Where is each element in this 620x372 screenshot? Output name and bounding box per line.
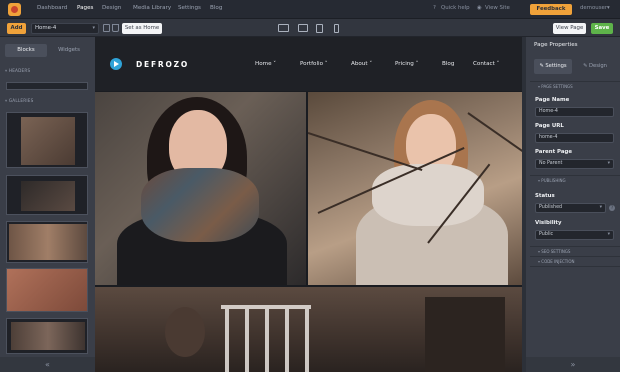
header-block-thumbnail[interactable] bbox=[6, 82, 88, 90]
site-nav-home[interactable]: Home ˅ bbox=[255, 61, 276, 67]
blocks-panel: Blocks Widgets HEADERS GALLERIES « bbox=[0, 37, 95, 372]
nav-pages[interactable]: Pages bbox=[77, 5, 93, 11]
page-select-value: Home-4 bbox=[35, 25, 57, 31]
site-nav-blog[interactable]: Blog bbox=[442, 61, 454, 67]
nav-design[interactable]: Design bbox=[102, 5, 121, 11]
chevron-down-icon[interactable]: ▾ bbox=[607, 5, 610, 11]
section-page-settings[interactable]: PAGE SETTINGS bbox=[538, 84, 572, 89]
view-page-button[interactable]: View Page bbox=[553, 23, 586, 34]
page-name-input[interactable]: Home-4 bbox=[535, 107, 614, 117]
tablet-landscape-icon[interactable] bbox=[298, 24, 308, 32]
panel-title: Page Properties bbox=[534, 42, 578, 48]
nav-settings[interactable]: Settings bbox=[178, 5, 201, 11]
site-logo-icon bbox=[110, 58, 122, 70]
gallery-block-thumbnail[interactable] bbox=[6, 112, 88, 168]
app-root: Dashboard Pages Design Media Library Set… bbox=[0, 0, 620, 372]
chevron-down-icon: ▾ bbox=[92, 25, 95, 31]
chevron-down-icon: ▾ bbox=[607, 161, 610, 166]
tab-widgets[interactable]: Widgets bbox=[48, 44, 90, 57]
site-nav-contact[interactable]: Contact ˅ bbox=[473, 61, 499, 67]
gallery-photo-woman-branches[interactable] bbox=[308, 92, 522, 285]
chevron-down-icon: ▾ bbox=[607, 232, 610, 237]
feedback-button[interactable]: Feedback bbox=[530, 4, 572, 15]
page-select[interactable]: Home-4 ▾ bbox=[31, 23, 99, 34]
tab-settings[interactable]: ✎ Settings bbox=[534, 59, 572, 74]
save-label: Save bbox=[594, 25, 610, 31]
gallery-block-thumbnail[interactable] bbox=[6, 318, 88, 354]
set-as-home-button[interactable]: Set as Home bbox=[122, 23, 162, 34]
wrench-icon: ✎ bbox=[539, 63, 544, 69]
site-nav-about[interactable]: About ˅ bbox=[351, 61, 372, 67]
gallery-block-thumbnail[interactable] bbox=[6, 221, 88, 263]
gallery-block-thumbnail[interactable] bbox=[6, 268, 88, 312]
trash-icon[interactable] bbox=[112, 24, 119, 32]
nav-media-library[interactable]: Media Library bbox=[133, 5, 171, 11]
add-label: Add bbox=[10, 25, 23, 31]
mobile-icon[interactable] bbox=[334, 24, 339, 33]
editor-toolbar: Add Home-4 ▾ Set as Home View Page Save bbox=[0, 19, 620, 37]
parent-page-label: Parent Page bbox=[535, 149, 573, 155]
status-label: Status bbox=[535, 193, 555, 199]
gallery-block-thumbnail[interactable] bbox=[6, 175, 88, 215]
eye-icon[interactable]: ◉ bbox=[477, 5, 482, 11]
nav-blog[interactable]: Blog bbox=[210, 5, 222, 11]
section-galleries[interactable]: GALLERIES bbox=[5, 98, 34, 103]
collapse-left-panel-icon[interactable]: « bbox=[0, 357, 95, 372]
desktop-icon[interactable] bbox=[278, 24, 289, 32]
section-seo-settings[interactable]: SEO SETTINGS bbox=[538, 249, 570, 254]
site-logo[interactable]: DEFROZO bbox=[136, 60, 189, 69]
feedback-label: Feedback bbox=[536, 6, 566, 12]
app-logo-icon[interactable] bbox=[8, 3, 21, 16]
page-url-label: Page URL bbox=[535, 123, 564, 129]
page-properties-panel: Page Properties ✎ Settings ✎ Design PAGE… bbox=[522, 37, 620, 372]
view-site-link[interactable]: View Site bbox=[485, 5, 510, 11]
tab-design[interactable]: ✎ Design bbox=[576, 59, 614, 74]
page-name-label: Page Name bbox=[535, 97, 570, 103]
section-publishing[interactable]: PUBLISHING bbox=[538, 178, 565, 183]
copy-icon[interactable] bbox=[103, 24, 110, 32]
status-select[interactable]: Published ▾ bbox=[535, 203, 606, 213]
brush-icon: ✎ bbox=[583, 63, 588, 69]
page-url-input[interactable]: home-4 bbox=[535, 133, 614, 143]
user-menu[interactable]: demouser bbox=[580, 5, 607, 11]
visibility-label: Visibility bbox=[535, 220, 562, 226]
page-canvas[interactable]: DEFROZO Home ˅ Portfolio ˅ About ˅ Prici… bbox=[95, 37, 522, 372]
tab-blocks[interactable]: Blocks bbox=[5, 44, 47, 57]
save-button[interactable]: Save bbox=[591, 23, 613, 34]
gallery-photo-woman-scarf[interactable] bbox=[95, 92, 306, 285]
blocks-panel-tabs: Blocks Widgets bbox=[5, 44, 90, 57]
top-navigation: Dashboard Pages Design Media Library Set… bbox=[0, 0, 620, 19]
site-nav-portfolio[interactable]: Portfolio ˅ bbox=[300, 61, 328, 67]
nav-dashboard[interactable]: Dashboard bbox=[37, 5, 67, 11]
site-nav-pricing[interactable]: Pricing ˅ bbox=[395, 61, 418, 67]
section-code-injection[interactable]: CODE INJECTION bbox=[538, 259, 574, 264]
add-button[interactable]: Add bbox=[7, 23, 26, 34]
site-header: DEFROZO Home ˅ Portfolio ˅ About ˅ Prici… bbox=[95, 37, 522, 91]
tablet-portrait-icon[interactable] bbox=[316, 24, 323, 33]
view-page-label: View Page bbox=[555, 25, 584, 31]
chevron-down-icon: ▾ bbox=[599, 205, 602, 210]
quick-help-link[interactable]: Quick help bbox=[441, 5, 470, 11]
visibility-select[interactable]: Public ▾ bbox=[535, 230, 614, 240]
collapse-right-panel-icon[interactable]: » bbox=[526, 357, 620, 372]
parent-page-select[interactable]: No Parent ▾ bbox=[535, 159, 614, 169]
gallery-photo-nursery[interactable] bbox=[95, 287, 522, 372]
help-icon[interactable]: ? bbox=[433, 5, 436, 11]
section-headers[interactable]: HEADERS bbox=[5, 68, 30, 73]
info-icon[interactable]: ? bbox=[609, 205, 615, 211]
set-as-home-label: Set as Home bbox=[124, 25, 160, 31]
